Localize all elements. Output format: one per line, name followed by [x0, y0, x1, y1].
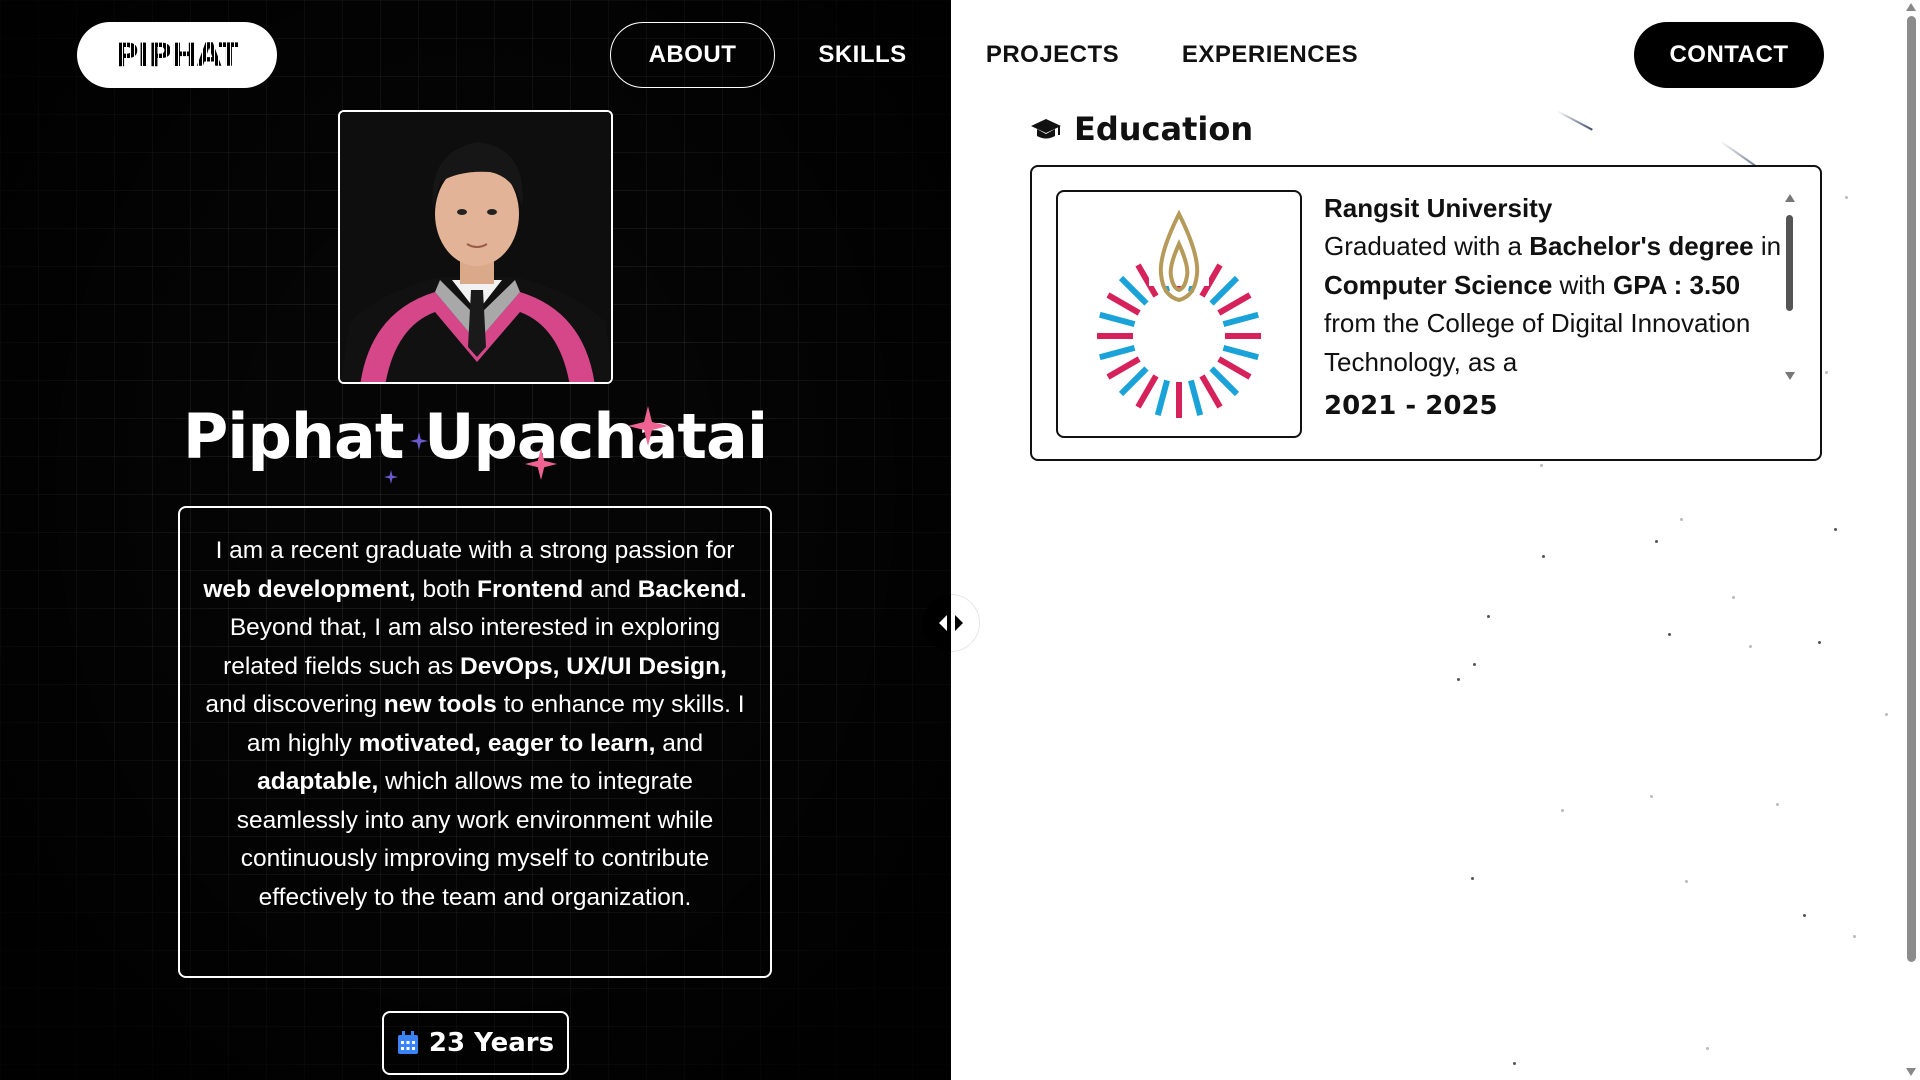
- age-label: 23 Years: [428, 1028, 555, 1058]
- nav-about[interactable]: ABOUT: [610, 22, 775, 88]
- education-details: Rangsit University Graduated with a Bach…: [1324, 189, 1784, 421]
- sparkle-icon: [384, 470, 398, 484]
- split-handle[interactable]: [923, 595, 979, 651]
- contact-button[interactable]: CONTACT: [1634, 22, 1824, 88]
- nav-projects[interactable]: PROJECTS: [980, 22, 1125, 88]
- graduation-cap-icon: [1031, 119, 1061, 139]
- split-handle-icon: [939, 615, 963, 631]
- education-years: 2021 - 2025: [1324, 391, 1498, 421]
- sparkle-icon: [410, 432, 428, 450]
- education-title: Education: [1074, 110, 1254, 148]
- nav-skills[interactable]: SKILLS: [800, 22, 925, 88]
- page-scrollbar[interactable]: [1902, 0, 1920, 1080]
- logo-button[interactable]: PIPHAT: [77, 22, 277, 88]
- sparkle-icon: [525, 448, 557, 480]
- bio-text: I am a recent graduate with a strong pas…: [178, 506, 772, 978]
- university-logo: [1056, 190, 1302, 438]
- nav-experiences[interactable]: EXPERIENCES: [1180, 22, 1360, 88]
- calendar-icon: [397, 1031, 418, 1054]
- education-light-panel: [951, 0, 1908, 1080]
- education-heading: Education: [1030, 110, 1253, 148]
- profile-photo: [338, 110, 613, 384]
- logo: PIPHAT: [115, 36, 240, 74]
- profile-name: Piphat Upachatai: [182, 400, 768, 473]
- page-scrollbar-thumb[interactable]: [1907, 16, 1916, 962]
- education-description: Graduated with a Bachelor's degree in Co…: [1324, 231, 1782, 377]
- education-card: Rangsit University Graduated with a Bach…: [1030, 165, 1822, 461]
- scrollbar-thumb[interactable]: [1786, 215, 1793, 311]
- sparkle-icon: [628, 406, 668, 446]
- description-scrollbar[interactable]: [1784, 193, 1796, 383]
- age-badge: 23 Years: [382, 1011, 569, 1075]
- school-name: Rangsit University: [1324, 193, 1553, 223]
